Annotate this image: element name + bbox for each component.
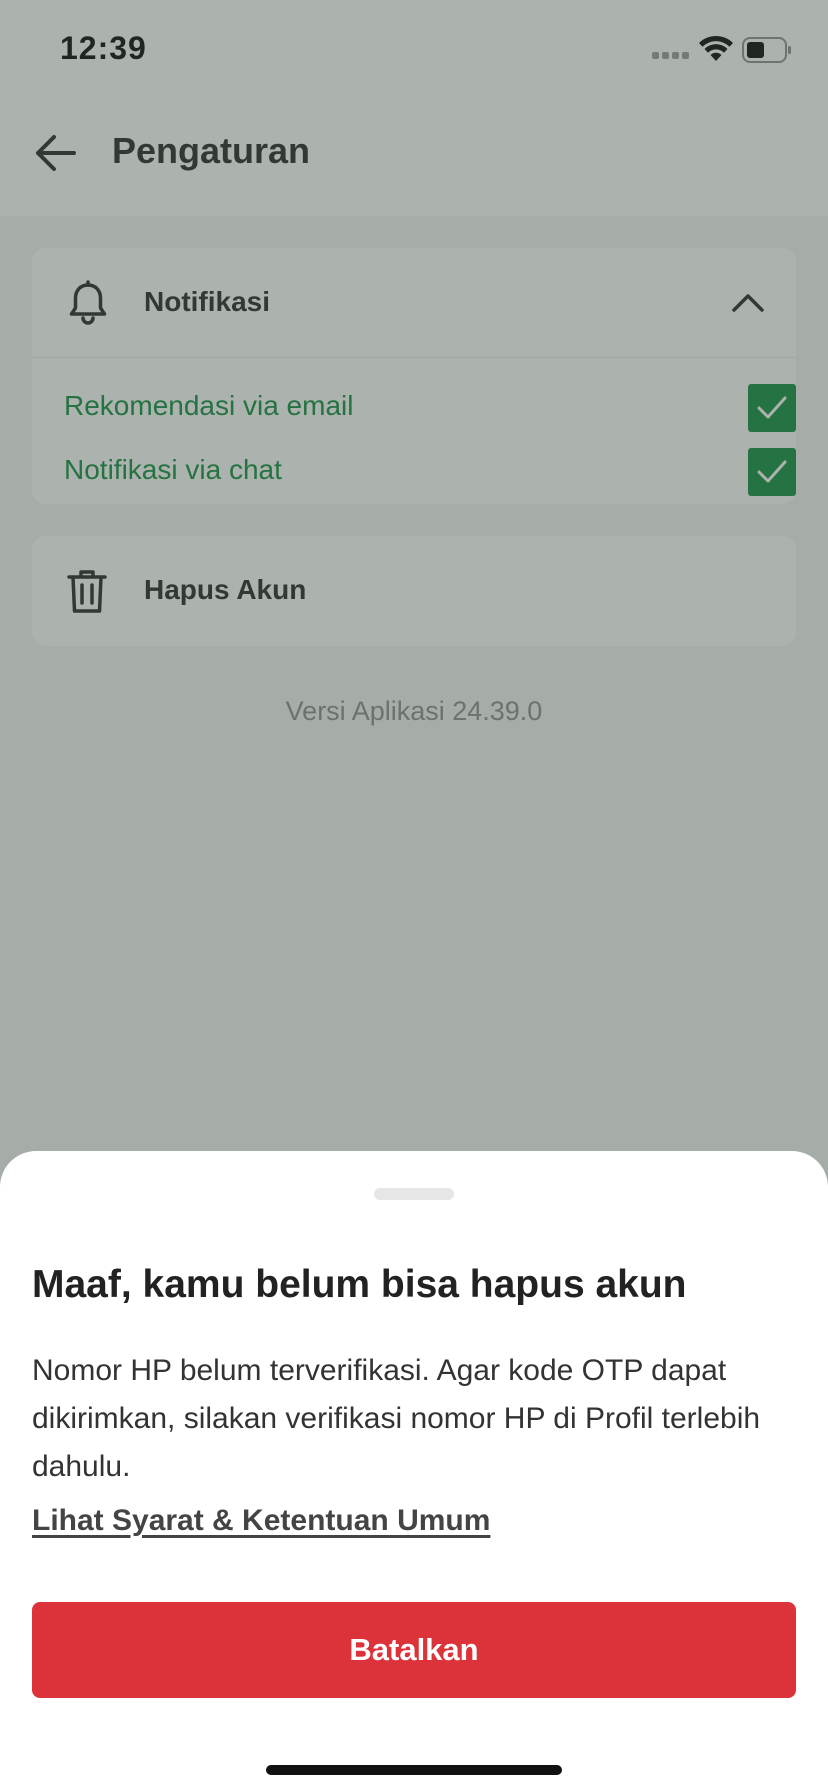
bottom-sheet: Maaf, kamu belum bisa hapus akun Nomor H… bbox=[0, 1151, 828, 1792]
drag-handle[interactable] bbox=[374, 1188, 454, 1200]
sheet-title: Maaf, kamu belum bisa hapus akun bbox=[32, 1263, 687, 1306]
terms-link[interactable]: Lihat Syarat & Ketentuan Umum bbox=[32, 1504, 490, 1538]
home-indicator bbox=[266, 1765, 562, 1775]
settings-screen: 12:39 Pengaturan Notifikasi Rekomendasi … bbox=[0, 0, 828, 1792]
cancel-button[interactable]: Batalkan bbox=[32, 1602, 796, 1698]
sheet-message: Nomor HP belum terverifikasi. Agar kode … bbox=[32, 1354, 761, 1483]
